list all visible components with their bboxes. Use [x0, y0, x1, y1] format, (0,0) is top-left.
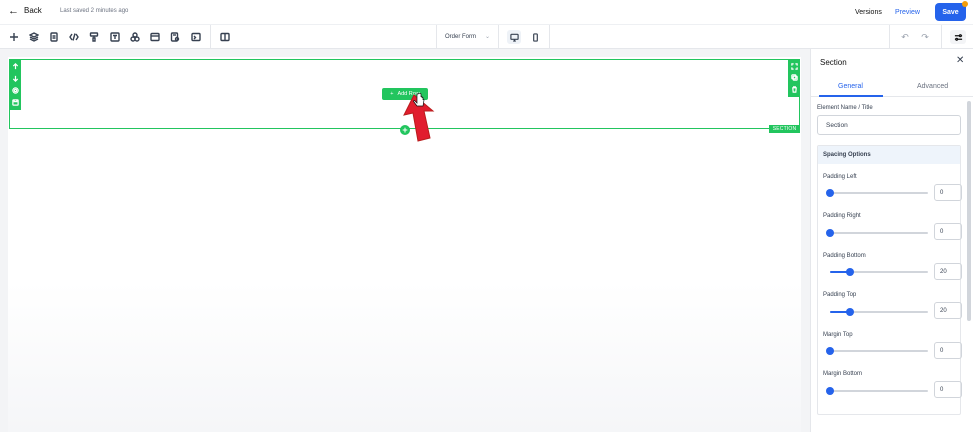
slider-handle[interactable]	[845, 268, 854, 276]
slider-handle[interactable]	[826, 347, 834, 355]
padding-left-slider[interactable]	[826, 189, 928, 197]
field-label: Margin Bottom	[823, 371, 863, 377]
form-icon[interactable]	[168, 30, 182, 44]
page-select[interactable]: Order Form ⌄	[445, 33, 490, 40]
back-label: Back	[24, 6, 42, 15]
toolbar-divider	[549, 25, 550, 49]
field-label: Padding Right	[823, 213, 861, 219]
spacing-header[interactable]: Spacing Options	[818, 146, 960, 164]
section-tag: SECTION	[769, 125, 800, 133]
add-icon[interactable]	[7, 30, 21, 44]
margin-bottom-input[interactable]: 0	[934, 381, 962, 398]
section-left-controls	[9, 59, 21, 110]
text-icon[interactable]	[108, 30, 122, 44]
versions-link[interactable]: Versions	[855, 9, 882, 16]
slider-handle[interactable]	[845, 308, 854, 316]
page-icon[interactable]	[47, 30, 61, 44]
panel-scrollbar[interactable]	[967, 101, 971, 321]
notification-dot	[962, 1, 968, 7]
padding-right-input[interactable]: 0	[934, 223, 962, 240]
move-up-icon[interactable]	[11, 63, 19, 71]
field-label: Padding Top	[823, 292, 857, 298]
preview-link[interactable]: Preview	[895, 9, 920, 16]
desktop-icon[interactable]	[507, 30, 521, 44]
padding-bottom-input[interactable]: 20	[934, 263, 962, 280]
tab-general[interactable]: General	[838, 83, 863, 90]
padding-top-input[interactable]: 20	[934, 302, 962, 319]
columns-icon[interactable]	[218, 30, 232, 44]
toolbar-divider	[941, 25, 942, 49]
padding-right-slider[interactable]	[826, 229, 928, 237]
field-label: Padding Bottom	[823, 253, 866, 259]
layers-icon[interactable]	[27, 30, 41, 44]
slider-handle[interactable]	[826, 387, 834, 395]
gear-icon[interactable]	[11, 86, 19, 94]
page-select-value: Order Form	[445, 34, 477, 40]
save-section-icon[interactable]	[11, 98, 19, 106]
element-name-label: Element Name / Title	[817, 105, 873, 111]
back-button[interactable]: ← Back	[8, 4, 42, 17]
top-bar: ← Back Last saved 2 minutes ago Versions…	[0, 0, 973, 25]
redo-icon[interactable]: ↷	[918, 30, 932, 44]
expand-icon[interactable]	[790, 63, 798, 71]
margin-top-slider[interactable]	[826, 347, 928, 355]
section-right-controls	[788, 59, 800, 97]
close-icon[interactable]: ✕	[956, 55, 964, 66]
toolbar-divider	[498, 25, 499, 49]
layout-icon[interactable]	[148, 30, 162, 44]
padding-top-slider[interactable]	[830, 308, 928, 316]
paint-icon[interactable]	[87, 30, 101, 44]
move-down-icon[interactable]	[11, 75, 19, 83]
undo-icon[interactable]: ↶	[898, 30, 912, 44]
panel-title: Section	[820, 58, 847, 67]
code-icon[interactable]	[67, 30, 81, 44]
duplicate-icon[interactable]	[790, 74, 798, 82]
back-arrow-icon: ←	[8, 4, 19, 17]
slider-handle[interactable]	[826, 189, 834, 197]
toolbar-divider	[210, 25, 211, 49]
settings-toggle-icon[interactable]	[950, 30, 966, 44]
element-name-input[interactable]: Section	[817, 115, 961, 135]
save-button[interactable]: Save	[935, 1, 968, 21]
editor-toolbar: Order Form ⌄ ↶ ↷	[0, 25, 973, 49]
chevron-down-icon: ⌄	[485, 34, 491, 40]
mobile-icon[interactable]	[528, 30, 542, 44]
margin-top-input[interactable]: 0	[934, 342, 962, 359]
margin-bottom-slider[interactable]	[826, 387, 928, 395]
section-settings-panel: Section ✕ General Advanced Element Name …	[810, 49, 973, 432]
active-tab-indicator	[819, 95, 883, 97]
pointer-arrow-icon	[403, 93, 435, 142]
save-label: Save	[942, 8, 959, 16]
field-label: Padding Left	[823, 174, 857, 180]
saved-status: Last saved 2 minutes ago	[60, 8, 129, 14]
shapes-icon[interactable]	[128, 30, 142, 44]
terminal-icon[interactable]	[189, 30, 203, 44]
field-label: Margin Top	[823, 332, 853, 338]
trash-icon[interactable]	[790, 85, 798, 93]
plus-icon: +	[390, 91, 394, 97]
padding-left-input[interactable]: 0	[934, 184, 962, 201]
padding-bottom-slider[interactable]	[830, 268, 928, 276]
tab-advanced[interactable]: Advanced	[917, 83, 948, 90]
toolbar-divider	[889, 25, 890, 49]
toolbar-divider	[436, 25, 437, 49]
slider-handle[interactable]	[826, 229, 834, 237]
spacing-options: Spacing Options Padding Left 0 Padding R…	[817, 145, 962, 415]
